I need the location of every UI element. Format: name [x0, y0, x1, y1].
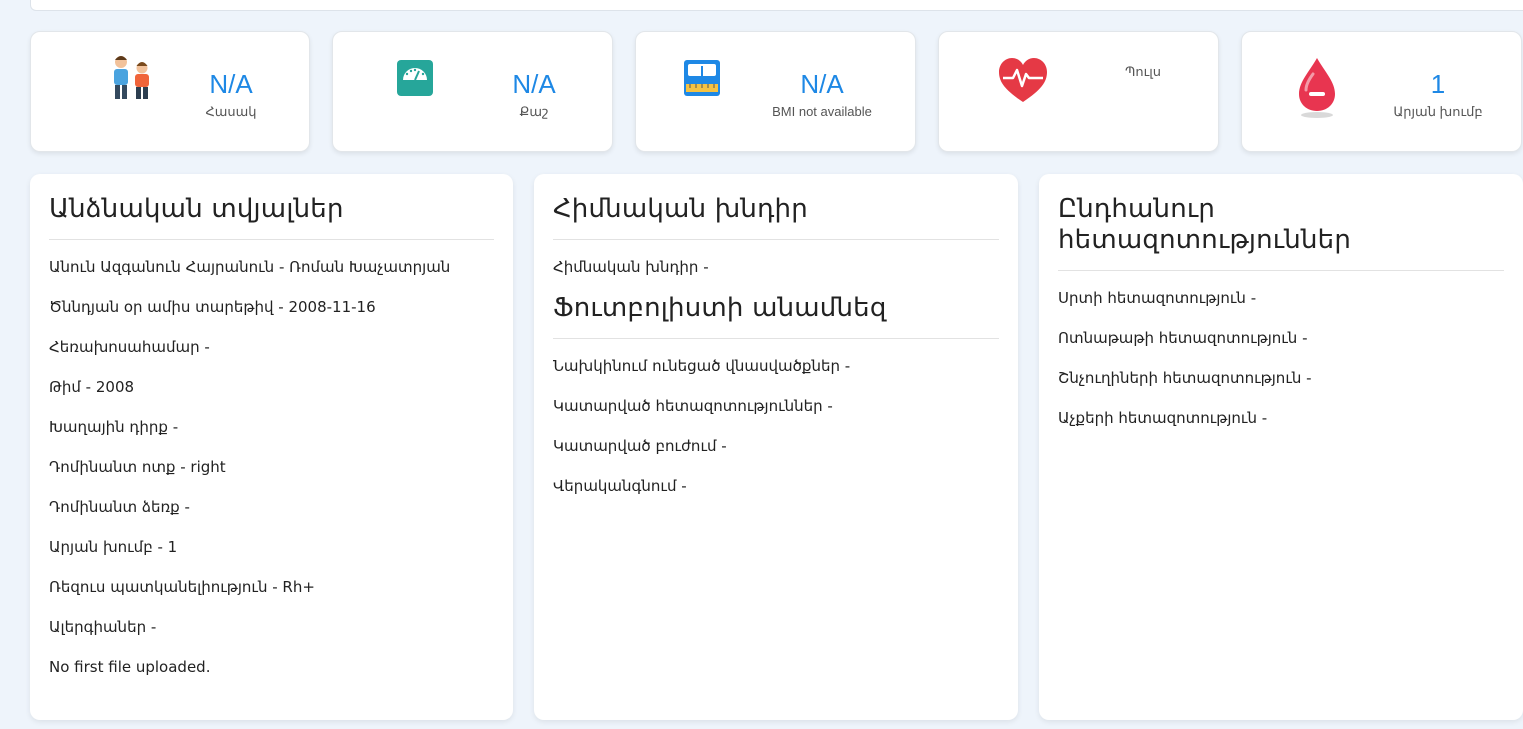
anamnesis-title: Ֆուտբոլիստի անամնեզ — [553, 293, 999, 340]
personal-row-name: Անուն Ազգանուն Հայրանուն - Ռոման Խաչատրյ… — [49, 258, 451, 277]
exam-row-respiratory: Շնչուղիների հետազոտություն - — [1058, 369, 1312, 388]
main-problem-panel: Հիմնական խնդիր Հիմնական խնդիր - Ֆուտբոլի… — [534, 174, 1018, 720]
anamnesis-row-examinations: Կատարված հետազոտություններ - — [553, 397, 833, 416]
height-value: N/A — [209, 69, 253, 99]
blood-type-value: 1 — [1430, 69, 1446, 99]
main-problem-title: Հիմնական խնդիր — [553, 194, 999, 241]
anamnesis-row-treatment: Կատարված բուժում - — [553, 437, 727, 456]
height-label: Հասակ — [205, 104, 257, 119]
personal-row-team: Թիմ - 2008 — [49, 378, 135, 397]
bmi-scale-icon — [684, 60, 720, 96]
bmi-card: N/A BMI not available — [635, 31, 916, 152]
general-exams-title: Ընդհանուր հետազոտություններ — [1058, 194, 1504, 272]
bmi-value: N/A — [800, 69, 844, 99]
personal-row-position: Խաղային դիրք - — [49, 418, 179, 437]
blood-drop-icon — [1299, 58, 1335, 118]
heart-pulse-icon — [999, 58, 1047, 102]
exam-row-eyes: Աչքերի հետազոտություն - — [1058, 409, 1268, 428]
height-card: N/A Հասակ — [30, 31, 310, 152]
blood-type-card: 1 Արյան խումբ — [1241, 31, 1522, 152]
personal-row-blood-type: Արյան խումբ - 1 — [49, 538, 178, 557]
general-exams-panel: Ընդհանուր հետազոտություններ Սրտի հետազոտ… — [1039, 174, 1523, 720]
exam-row-heart: Սրտի հետազոտություն - — [1058, 289, 1257, 308]
exam-row-foot: Ոտնաթաթի հետազոտություն - — [1058, 329, 1308, 348]
bmi-label: BMI not available — [772, 104, 872, 119]
pulse-card: Պուլս — [938, 31, 1219, 152]
weight-value: N/A — [512, 69, 556, 99]
personal-data-panel: Անձնական տվյալներ Անուն Ազգանուն Հայրանո… — [30, 174, 513, 720]
top-bar — [30, 0, 1523, 11]
personal-row-dominant-hand: Դոմինանտ ձեռք - — [49, 498, 190, 517]
blood-type-label: Արյան խումբ — [1393, 104, 1483, 119]
personal-row-rhesus: Ռեզուս պատկանելիություն - Rh+ — [49, 578, 315, 597]
anamnesis-row-injuries: Նախկինում ունեցած վնասվածքներ - — [553, 357, 851, 376]
personal-row-phone: Հեռախոսահամար - — [49, 338, 210, 357]
personal-data-title: Անձնական տվյալներ — [49, 194, 494, 241]
weight-label: Քաշ — [519, 104, 549, 119]
personal-row-birthdate: Ծննդյան օր ամիս տարեթիվ - 2008-11-16 — [49, 298, 376, 317]
personal-row-file-status: No first file uploaded. — [49, 658, 211, 677]
main-problem-row: Հիմնական խնդիր - — [553, 258, 709, 277]
people-icon — [114, 56, 149, 99]
personal-row-dominant-foot: Դոմինանտ ոտք - right — [49, 458, 226, 477]
weight-card: N/A Քաշ — [332, 31, 613, 152]
weight-scale-icon — [397, 60, 433, 96]
personal-row-allergies: Ալերգիաներ - — [49, 618, 157, 637]
pulse-label: Պուլս — [1124, 64, 1162, 79]
anamnesis-row-recovery: Վերականգնում - — [553, 477, 687, 496]
